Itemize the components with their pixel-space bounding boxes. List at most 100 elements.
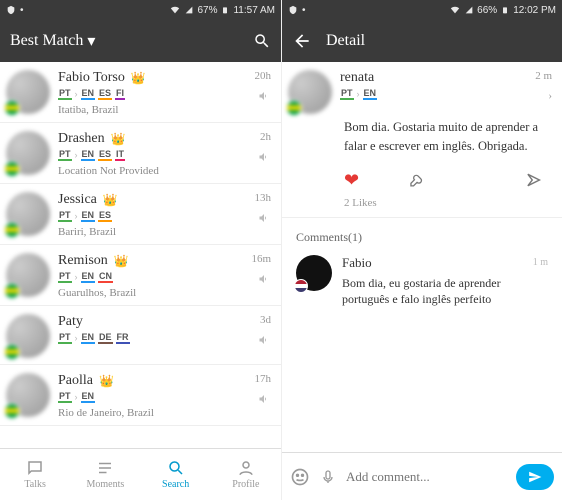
like-button[interactable]: ❤ xyxy=(344,170,359,191)
comment-input[interactable] xyxy=(346,469,506,485)
comment-list: Fabio 1 m Bom dia, eu gostaria de aprend… xyxy=(282,249,562,315)
signal-icon xyxy=(185,5,193,15)
detail-content[interactable]: renata PT ›EN 2 m › Bom dia. Gostaria mu… xyxy=(282,62,562,452)
chevron-right-icon: › xyxy=(548,90,552,102)
nav-talks[interactable]: Talks xyxy=(0,449,70,500)
avatar[interactable] xyxy=(288,70,332,114)
send-icon xyxy=(527,470,543,484)
speaker-icon xyxy=(257,151,271,163)
nav-moments[interactable]: Moments xyxy=(70,449,140,500)
avatar[interactable] xyxy=(6,253,50,297)
flag-badge xyxy=(4,403,20,419)
page-title: Detail xyxy=(326,32,552,50)
title-dropdown[interactable]: Best Match ▾ xyxy=(10,31,239,51)
avatar[interactable] xyxy=(296,255,332,291)
location-text: Guarulhos, Brazil xyxy=(58,287,243,299)
crown-icon: 👑 xyxy=(131,71,146,85)
dot-icon: • xyxy=(302,5,306,16)
flag-badge xyxy=(4,344,20,360)
wifi-icon xyxy=(169,5,181,15)
battery-icon xyxy=(501,4,509,16)
speaker-icon xyxy=(257,393,271,405)
comment-time: 1 m xyxy=(533,257,548,268)
like-count[interactable]: 2 Likes xyxy=(282,195,562,218)
flag-badge xyxy=(294,279,308,293)
wrench-icon[interactable] xyxy=(409,171,425,189)
avatar[interactable] xyxy=(6,192,50,236)
comments-header: Comments(1) xyxy=(282,218,562,249)
clock-text: 12:02 PM xyxy=(513,5,556,16)
emoji-icon[interactable] xyxy=(290,467,310,487)
flag-badge xyxy=(4,283,20,299)
shield-icon xyxy=(6,5,16,15)
chevron-down-icon: ▾ xyxy=(87,31,95,51)
time-text: 13h xyxy=(255,192,272,204)
crown-icon: 👑 xyxy=(114,254,129,268)
location-text: Location Not Provided xyxy=(58,165,249,177)
search-icon[interactable] xyxy=(253,32,271,50)
time-text: 20h xyxy=(255,70,272,82)
flag-badge xyxy=(4,222,20,238)
action-bar: ❤ xyxy=(282,164,562,195)
list-item[interactable]: Fabio Torso👑 PT ›EN ES FI Itatiba, Brazi… xyxy=(0,62,281,123)
moments-icon xyxy=(96,459,114,477)
send-button[interactable] xyxy=(516,464,554,490)
nav-search[interactable]: Search xyxy=(141,449,211,500)
comment-body: Bom dia, eu gostaria de aprender portugu… xyxy=(342,275,548,309)
time-text: 17h xyxy=(255,373,272,385)
list-item[interactable]: Paty PT ›EN DE FR 3d xyxy=(0,306,281,365)
speaker-icon xyxy=(257,90,271,102)
location-text: Itatiba, Brazil xyxy=(58,104,247,116)
user-name: Paolla xyxy=(58,373,93,389)
back-icon[interactable] xyxy=(292,31,312,51)
list-item[interactable]: Jessica👑 PT ›EN ES Bariri, Brazil 13h xyxy=(0,184,281,245)
avatar[interactable] xyxy=(6,314,50,358)
language-tags: PT ›EN xyxy=(340,88,527,100)
battery-icon xyxy=(221,4,229,16)
language-tags: PT ›EN DE FR xyxy=(58,332,249,344)
speaker-icon xyxy=(257,212,271,224)
user-name: Remison xyxy=(58,253,108,269)
bottom-nav: Talks Moments Search Profile xyxy=(0,448,281,500)
signal-icon xyxy=(465,5,473,15)
language-tags: PT ›EN CN xyxy=(58,271,243,283)
nav-profile[interactable]: Profile xyxy=(211,449,281,500)
battery-pct: 67% xyxy=(197,5,217,16)
comment-input-bar xyxy=(282,452,562,500)
user-name: Drashen xyxy=(58,131,105,147)
flag-badge xyxy=(4,161,20,177)
avatar[interactable] xyxy=(6,373,50,417)
app-bar: Detail xyxy=(282,20,562,62)
shield-icon xyxy=(288,5,298,15)
language-tags: PT ›EN ES xyxy=(58,210,247,222)
location-text: Rio de Janeiro, Brazil xyxy=(58,407,247,419)
share-icon[interactable] xyxy=(525,171,542,189)
avatar[interactable] xyxy=(6,131,50,175)
crown-icon: 👑 xyxy=(99,374,114,388)
speaker-icon xyxy=(257,334,271,346)
mic-icon[interactable] xyxy=(320,467,336,487)
post-author[interactable]: renata xyxy=(340,70,374,86)
phone-detail-view: • 66% 12:02 PM Detail renata PT ›EN 2 m … xyxy=(281,0,562,500)
list-item[interactable]: Remison👑 PT ›EN CN Guarulhos, Brazil 16m xyxy=(0,245,281,306)
avatar[interactable] xyxy=(6,70,50,114)
status-bar: • 66% 12:02 PM xyxy=(282,0,562,20)
time-text: 2h xyxy=(260,131,271,143)
list-item[interactable]: Paolla👑 PT ›EN Rio de Janeiro, Brazil 17… xyxy=(0,365,281,426)
match-list[interactable]: Fabio Torso👑 PT ›EN ES FI Itatiba, Brazi… xyxy=(0,62,281,448)
comment-author[interactable]: Fabio xyxy=(342,255,372,271)
crown-icon: 👑 xyxy=(111,132,126,146)
profile-icon xyxy=(237,459,255,477)
search-nav-icon xyxy=(167,459,185,477)
post-header: renata PT ›EN 2 m › xyxy=(282,62,562,114)
phone-list-view: • 67% 11:57 AM Best Match ▾ Fabio Torso👑… xyxy=(0,0,281,500)
post-time: 2 m xyxy=(535,70,552,82)
app-bar: Best Match ▾ xyxy=(0,20,281,62)
wifi-icon xyxy=(449,5,461,15)
location-text: Bariri, Brazil xyxy=(58,226,247,238)
post-body: Bom dia. Gostaria muito de aprender a fa… xyxy=(282,114,562,164)
user-name: Paty xyxy=(58,314,83,330)
language-tags: PT ›EN ES IT xyxy=(58,149,249,161)
list-item[interactable]: Drashen 👑 PT ›EN ES IT Location Not Provi… xyxy=(0,123,281,184)
flag-badge xyxy=(286,100,302,116)
